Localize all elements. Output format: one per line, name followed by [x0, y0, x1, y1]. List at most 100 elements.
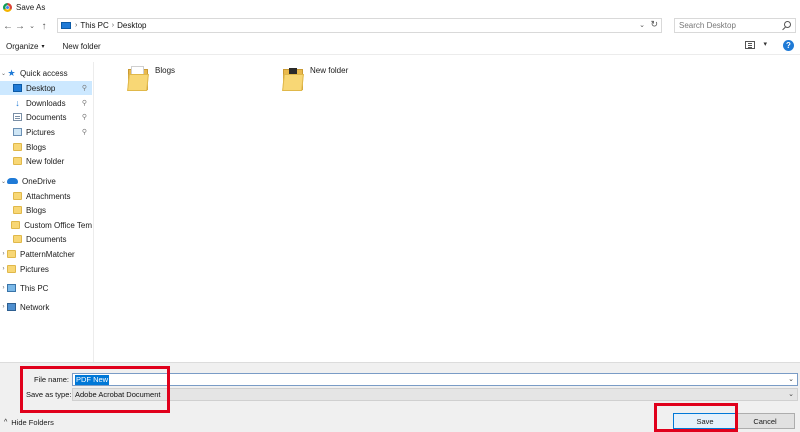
sidebar-item-label: Downloads	[26, 98, 66, 108]
change-view-icon[interactable]	[745, 41, 755, 49]
sidebar-item-label: OneDrive	[22, 176, 56, 186]
chevron-down-icon: ▾	[41, 43, 45, 50]
chevron-right-icon[interactable]: ›	[0, 285, 7, 291]
back-arrow-icon[interactable]: ←	[2, 19, 14, 33]
sidebar-item-label: Documents	[26, 112, 67, 122]
chevron-down-icon[interactable]: ⌄	[0, 70, 7, 77]
save-as-type-label: Save as type:	[26, 390, 72, 399]
sidebar-item-custom-office-templates[interactable]: Custom Office Tem	[0, 218, 92, 232]
breadcrumb-this-pc[interactable]: This PC	[80, 21, 108, 30]
sidebar-item-desktop[interactable]: Desktop ⚲	[0, 81, 92, 95]
file-name-value[interactable]: PDF New	[75, 375, 110, 385]
cancel-button[interactable]: Cancel	[735, 413, 795, 429]
hide-folders-toggle[interactable]: ^ Hide Folders	[4, 418, 54, 427]
documents-icon	[13, 113, 22, 121]
folder-icon	[13, 143, 22, 151]
folder-icon	[127, 65, 150, 91]
pin-icon: ⚲	[81, 85, 87, 92]
chevron-right-icon: ›	[111, 22, 115, 29]
sidebar-item-label: New folder	[26, 156, 65, 166]
navigation-pane: ⌄ ★ Quick access Desktop ⚲ ↓ Downloads ⚲…	[0, 62, 94, 362]
save-as-type-value: Adobe Acrobat Document	[75, 390, 161, 399]
this-pc-icon	[61, 22, 71, 29]
folder-icon	[282, 65, 305, 91]
sidebar-item-onedrive-pictures[interactable]: › Pictures	[0, 262, 92, 276]
sidebar-item-blogs[interactable]: Blogs	[0, 140, 92, 154]
help-icon[interactable]: ?	[783, 40, 794, 51]
search-placeholder: Search Desktop	[679, 21, 736, 30]
file-name: New folder	[310, 66, 349, 75]
sidebar-item-downloads[interactable]: ↓ Downloads ⚲	[0, 96, 92, 110]
pin-icon: ⚲	[81, 100, 87, 107]
search-icon[interactable]	[784, 21, 791, 28]
sidebar-item-documents[interactable]: Documents ⚲	[0, 110, 92, 124]
recent-locations-icon[interactable]: ⌄	[26, 19, 38, 33]
hide-folders-label: Hide Folders	[11, 418, 54, 427]
download-icon: ↓	[15, 98, 20, 108]
sidebar-item-onedrive-documents[interactable]: Documents	[0, 232, 92, 246]
window-title: Save As	[16, 2, 46, 12]
save-options-panel: File name: PDF New ⌄ Save as type: Adobe…	[0, 362, 800, 432]
folder-icon	[13, 206, 22, 214]
sidebar-item-this-pc[interactable]: › This PC	[0, 281, 92, 295]
chevron-right-icon: ›	[75, 22, 78, 29]
chevron-down-icon[interactable]: ⌄	[0, 178, 7, 185]
file-item-new-folder[interactable]: New folder	[282, 65, 349, 91]
sidebar-item-pictures[interactable]: Pictures ⚲	[0, 125, 92, 139]
navigation-bar: ← → ⌄ ↑ › This PC › Desktop ⌄ ↻ Search D…	[0, 16, 800, 36]
organize-button[interactable]: Organize ▾	[6, 42, 44, 51]
sidebar-item-onedrive-blogs[interactable]: Blogs	[0, 203, 92, 217]
chevron-right-icon[interactable]: ›	[0, 251, 7, 257]
pin-icon: ⚲	[81, 114, 87, 121]
folder-icon	[7, 250, 16, 258]
save-button[interactable]: Save	[673, 413, 737, 429]
up-arrow-icon[interactable]: ↑	[38, 19, 50, 33]
forward-arrow-icon[interactable]: →	[14, 19, 26, 33]
sidebar-item-label: Pictures	[20, 264, 49, 274]
sidebar-item-quick-access[interactable]: ⌄ ★ Quick access	[0, 66, 92, 80]
title-bar: Save As	[0, 0, 800, 14]
chevron-right-icon[interactable]: ›	[0, 304, 7, 310]
sidebar-item-label: PatternMatcher	[20, 249, 75, 259]
this-pc-icon	[7, 284, 16, 292]
sidebar-item-patternmatcher[interactable]: › PatternMatcher	[0, 247, 92, 261]
network-icon	[7, 303, 16, 311]
refresh-icon[interactable]: ↻	[650, 19, 658, 30]
onedrive-icon	[7, 178, 18, 184]
file-list: Blogs New folder	[95, 56, 800, 362]
address-bar[interactable]: › This PC › Desktop ⌄ ↻	[57, 18, 662, 33]
sidebar-item-label: Blogs	[26, 205, 47, 215]
sidebar-item-label: Blogs	[26, 142, 47, 152]
chevron-down-icon[interactable]: ⌄	[788, 375, 794, 383]
sidebar-item-label: Network	[20, 302, 50, 312]
pictures-icon	[13, 128, 22, 136]
pin-icon: ⚲	[81, 129, 87, 136]
folder-icon	[7, 265, 16, 273]
chevron-down-icon[interactable]: ⌄	[788, 390, 794, 398]
sidebar-item-attachments[interactable]: Attachments	[0, 189, 92, 203]
star-icon: ★	[7, 68, 16, 78]
file-item-blogs[interactable]: Blogs	[127, 65, 176, 91]
sidebar-item-label: Quick access	[20, 68, 68, 78]
chevron-down-icon[interactable]: ▾	[763, 40, 767, 48]
new-folder-label: New folder	[62, 41, 101, 51]
file-name-input[interactable]: PDF New ⌄	[72, 373, 798, 386]
sidebar-item-label: Attachments	[26, 191, 71, 201]
sidebar-item-label: Pictures	[26, 127, 55, 137]
sidebar-item-new-folder[interactable]: New folder	[0, 154, 92, 168]
chevron-up-icon: ^	[4, 419, 8, 426]
desktop-icon	[13, 84, 22, 92]
sidebar-item-label: Custom Office Tem	[24, 220, 92, 230]
sidebar-item-network[interactable]: › Network	[0, 300, 92, 314]
save-as-type-select[interactable]: Adobe Acrobat Document ⌄	[72, 388, 798, 401]
breadcrumb-desktop[interactable]: Desktop	[117, 21, 146, 30]
chevron-down-icon[interactable]: ⌄	[639, 21, 645, 29]
chrome-icon	[3, 2, 12, 12]
new-folder-button[interactable]: New folder	[62, 42, 100, 51]
search-input[interactable]: Search Desktop	[674, 18, 796, 33]
folder-icon	[13, 235, 22, 243]
chevron-right-icon[interactable]: ›	[0, 266, 7, 272]
file-name: Blogs	[155, 66, 176, 75]
sidebar-item-label: This PC	[20, 283, 49, 293]
sidebar-item-onedrive[interactable]: ⌄ OneDrive	[0, 174, 92, 188]
